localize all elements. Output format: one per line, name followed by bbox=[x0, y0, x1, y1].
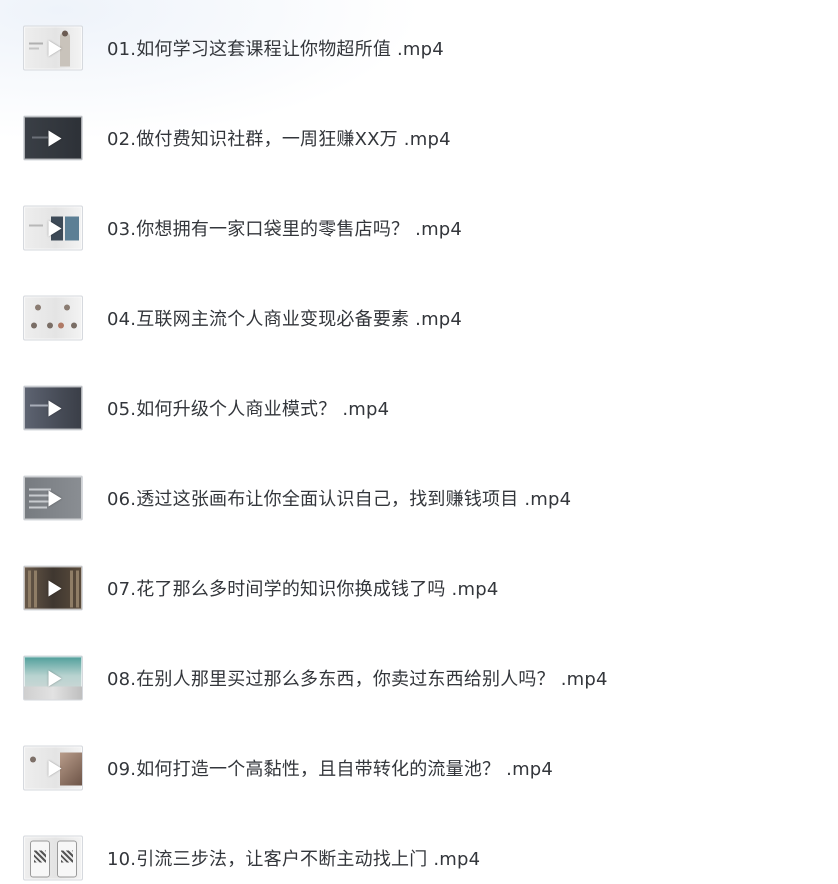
file-item-03[interactable]: 03.你想拥有一家口袋里的零售店吗？ .mp4 bbox=[0, 183, 838, 273]
play-icon bbox=[48, 130, 62, 146]
video-thumbnail[interactable] bbox=[23, 565, 83, 611]
play-icon bbox=[48, 580, 62, 596]
file-item-04[interactable]: 04.互联网主流个人商业变现必备要素 .mp4 bbox=[0, 273, 838, 363]
file-name[interactable]: 05.如何升级个人商业模式？ .mp4 bbox=[107, 395, 389, 421]
play-icon bbox=[48, 760, 62, 776]
file-name[interactable]: 04.互联网主流个人商业变现必备要素 .mp4 bbox=[107, 305, 462, 331]
video-thumbnail[interactable] bbox=[23, 115, 83, 161]
file-name[interactable]: 01.如何学习这套课程让你物超所值 .mp4 bbox=[107, 35, 444, 61]
file-name[interactable]: 06.透过这张画布让你全面认识自己，找到赚钱项目 .mp4 bbox=[107, 485, 571, 511]
video-thumbnail[interactable] bbox=[23, 745, 83, 791]
video-thumbnail[interactable] bbox=[23, 295, 83, 341]
file-item-06[interactable]: 06.透过这张画布让你全面认识自己，找到赚钱项目 .mp4 bbox=[0, 453, 838, 543]
file-item-08[interactable]: 08.在别人那里买过那么多东西，你卖过东西给别人吗？ .mp4 bbox=[0, 633, 838, 723]
file-name[interactable]: 02.做付费知识社群，一周狂赚XX万 .mp4 bbox=[107, 125, 451, 151]
file-item-05[interactable]: 05.如何升级个人商业模式？ .mp4 bbox=[0, 363, 838, 453]
file-name[interactable]: 09.如何打造一个高黏性，且自带转化的流量池？ .mp4 bbox=[107, 755, 553, 781]
file-item-01[interactable]: 01.如何学习这套课程让你物超所值 .mp4 bbox=[0, 3, 838, 93]
video-thumbnail[interactable] bbox=[23, 475, 83, 521]
video-thumbnail[interactable] bbox=[23, 25, 83, 71]
video-thumbnail[interactable] bbox=[23, 835, 83, 881]
file-name[interactable]: 07.花了那么多时间学的知识你换成钱了吗 .mp4 bbox=[107, 575, 498, 601]
play-icon bbox=[48, 490, 62, 506]
play-icon bbox=[48, 400, 62, 416]
play-icon bbox=[48, 40, 62, 56]
play-icon bbox=[48, 220, 62, 236]
file-name[interactable]: 10.引流三步法，让客户不断主动找上门 .mp4 bbox=[107, 845, 480, 871]
video-thumbnail[interactable] bbox=[23, 385, 83, 431]
file-browser: 01.如何学习这套课程让你物超所值 .mp4 02.做付费知识社群，一周狂赚XX… bbox=[0, 0, 838, 884]
file-item-02[interactable]: 02.做付费知识社群，一周狂赚XX万 .mp4 bbox=[0, 93, 838, 183]
file-item-09[interactable]: 09.如何打造一个高黏性，且自带转化的流量池？ .mp4 bbox=[0, 723, 838, 813]
video-thumbnail[interactable] bbox=[23, 205, 83, 251]
file-name[interactable]: 08.在别人那里买过那么多东西，你卖过东西给别人吗？ .mp4 bbox=[107, 665, 608, 691]
play-icon bbox=[48, 670, 62, 686]
video-thumbnail[interactable] bbox=[23, 655, 83, 701]
file-item-07[interactable]: 07.花了那么多时间学的知识你换成钱了吗 .mp4 bbox=[0, 543, 838, 633]
file-name[interactable]: 03.你想拥有一家口袋里的零售店吗？ .mp4 bbox=[107, 215, 462, 241]
file-item-10[interactable]: 10.引流三步法，让客户不断主动找上门 .mp4 bbox=[0, 813, 838, 884]
